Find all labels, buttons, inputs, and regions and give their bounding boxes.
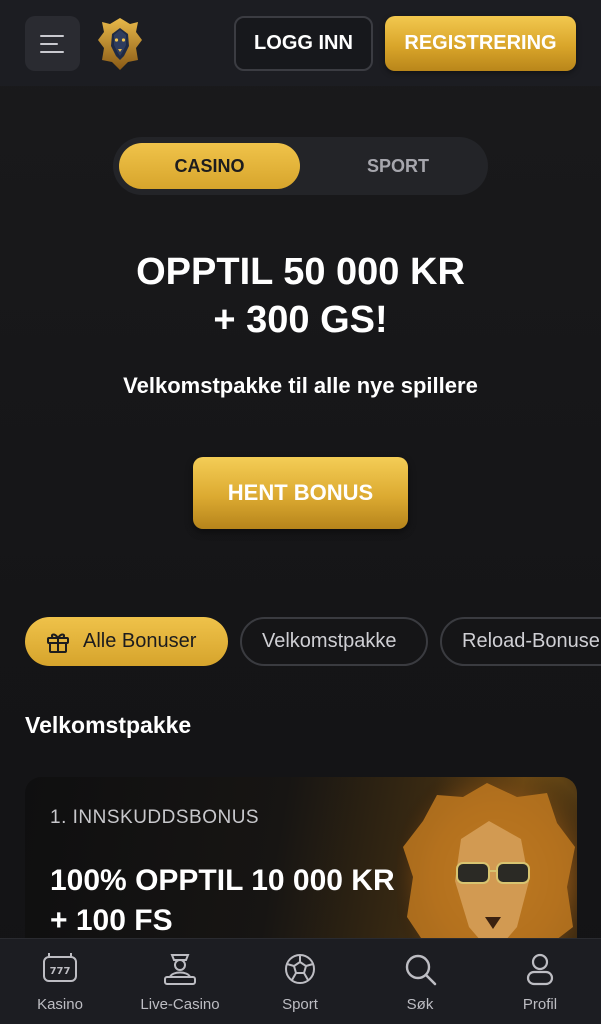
card-label: 1. INNSKUDDSBONUS [50,807,260,828]
nav-item-search[interactable]: Søk [365,939,475,1024]
filter-chip-reload-bonuses[interactable]: Reload-Bonuser [440,617,601,666]
top-header: LOGG INN REGISTRERING [0,0,601,86]
hero-title-line1: OPPTIL 50 000 KR [136,251,465,293]
filter-chip-all-bonuses[interactable]: Alle Bonuser [25,617,228,666]
hero-title: OPPTIL 50 000 KR + 300 GS! [0,248,601,344]
filter-chip-label: Velkomstpakke [262,630,397,652]
svg-text:777: 777 [50,966,71,977]
search-icon [405,954,437,986]
nav-label: Kasino [37,996,83,1013]
menu-icon [40,34,64,37]
card-title-line2: + 100 FS [50,904,173,937]
nav-label: Sport [282,996,318,1013]
page: LOGG INN REGISTRERING CASINO SPORT OPPTI… [0,0,601,1024]
nav-label: Profil [522,996,558,1013]
nav-label: Live-Casino [140,996,220,1013]
get-bonus-button[interactable]: HENT BONUS [193,457,408,529]
tab-sport[interactable]: SPORT [313,143,483,189]
casino-sport-toggle: CASINO SPORT [113,137,488,195]
tab-casino[interactable]: CASINO [119,143,300,189]
register-button[interactable]: REGISTRERING [385,16,576,71]
lion-logo-icon[interactable] [96,16,144,72]
football-icon [285,954,315,984]
menu-icon [40,42,58,45]
hero-subtitle: Velkomstpakke til alle nye spillere [123,373,478,398]
nav-item-sport[interactable]: Sport [245,939,355,1024]
section-title: Velkomstpakke [25,712,192,738]
filter-chip-welcome-package[interactable]: Velkomstpakke [240,617,428,666]
menu-button[interactable] [25,16,80,71]
nav-item-kasino[interactable]: 777 Kasino [5,939,115,1024]
user-icon [526,953,554,986]
card-title-line1: 100% OPPTIL 10 000 KR [50,864,395,897]
bottom-navigation: 777 Kasino Live-Casino Sport Søk Profil [0,938,601,1024]
nav-label: Søk [406,996,434,1013]
login-button[interactable]: LOGG INN [234,16,373,71]
filter-chip-label: Reload-Bonuser [462,630,601,652]
card-title: 100% OPPTIL 10 000 KR + 100 FS [50,861,395,941]
nav-item-profile[interactable]: Profil [485,939,595,1024]
dealer-icon [164,954,196,985]
filter-chip-label: Alle Bonuser [83,630,197,652]
nav-item-live-casino[interactable]: Live-Casino [125,939,235,1024]
hero-title-line2: + 300 GS! [213,299,388,341]
menu-icon [40,50,64,53]
bonus-filter-chips: Alle Bonuser Velkomstpakke Reload-Bonuse… [25,617,601,666]
slot-machine-icon: 777 [43,953,77,982]
gift-icon [47,633,69,653]
